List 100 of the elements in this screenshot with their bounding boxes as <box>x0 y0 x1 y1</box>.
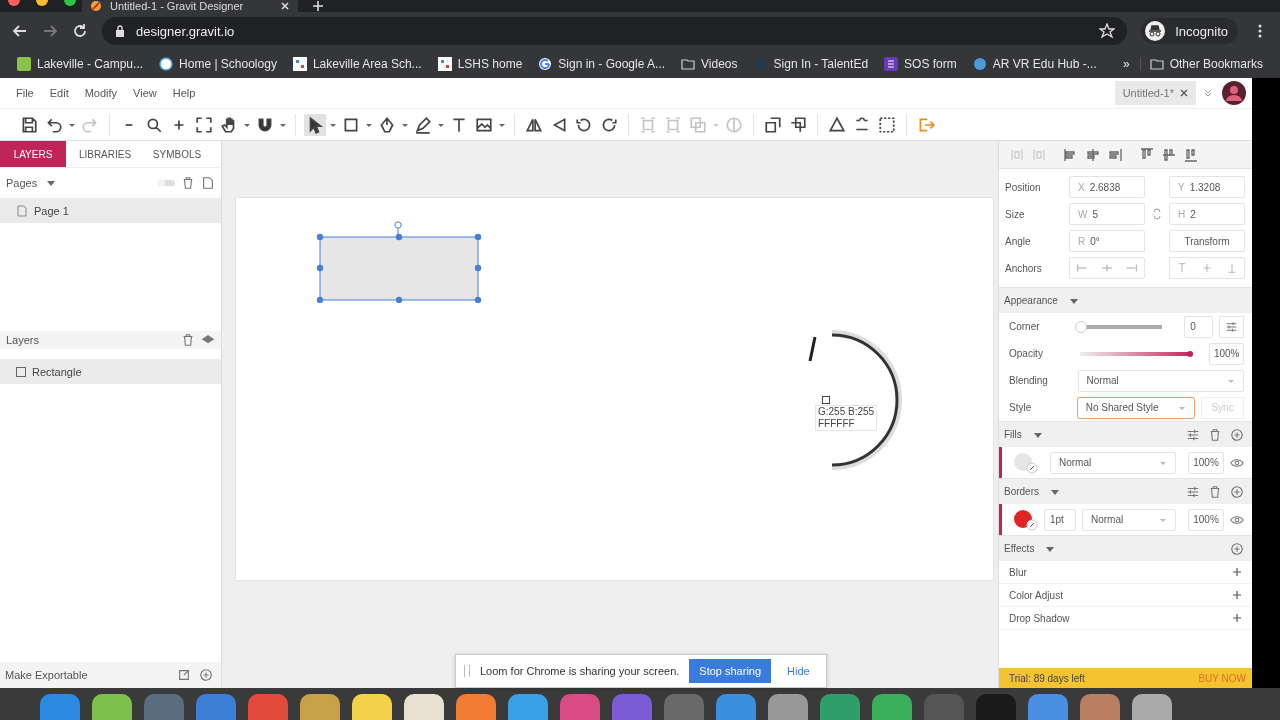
panel-tab[interactable]: LIBRARIES <box>72 141 138 167</box>
bookmark[interactable]: Sign In - TalentEd <box>746 57 876 71</box>
document-tab[interactable]: Untitled-1* <box>1114 81 1196 105</box>
new-tab-icon[interactable] <box>312 0 324 12</box>
star-icon[interactable] <box>1099 23 1116 39</box>
color-swatch[interactable] <box>1012 451 1038 474</box>
app-icon[interactable] <box>768 694 808 720</box>
add-icon[interactable] <box>1230 427 1244 442</box>
app-icon[interactable] <box>1028 694 1068 720</box>
bookmark[interactable]: SOS form <box>877 57 964 71</box>
bookmark[interactable]: Lakeville - Campu... <box>10 57 151 71</box>
back-icon[interactable] <box>12 23 28 39</box>
blend-dropdown[interactable]: Normal <box>1082 508 1176 531</box>
app-icon[interactable] <box>1132 694 1172 720</box>
reload-icon[interactable] <box>72 23 88 39</box>
plus-icon[interactable] <box>1232 567 1242 577</box>
number-field[interactable]: H 2 <box>1169 203 1245 225</box>
bookmark[interactable]: AR VR Edu Hub -... <box>965 57 1104 71</box>
bookmark[interactable]: Lakeville Area Sch... <box>285 57 429 71</box>
opacity-field[interactable]: 100% <box>1188 508 1224 531</box>
blending-dropdown[interactable]: Normal <box>1077 369 1244 392</box>
bookmark[interactable]: Videos <box>674 57 745 71</box>
opacity-field[interactable]: 100% <box>1188 451 1224 474</box>
slider-thumb[interactable] <box>1187 350 1194 357</box>
browser-tab[interactable]: Untitled-1 - Gravit Designer <box>82 0 298 12</box>
app-icon[interactable] <box>872 694 912 720</box>
page-item[interactable]: Page 1 <box>0 198 221 223</box>
add-icon[interactable] <box>1230 541 1244 556</box>
trash-icon[interactable] <box>1208 484 1222 499</box>
align-bottom-icon[interactable] <box>1183 146 1199 163</box>
color-swatch[interactable] <box>1012 508 1038 531</box>
avatar-icon[interactable] <box>1222 81 1246 105</box>
number-field[interactable]: W 5 <box>1069 203 1145 225</box>
caret-icon[interactable] <box>1069 296 1078 305</box>
app-icon[interactable] <box>456 694 496 720</box>
align-middle-icon[interactable] <box>1161 146 1177 163</box>
section-heading[interactable]: Effects <box>1004 543 1035 554</box>
bookmark[interactable]: Home | Schoology <box>152 57 284 71</box>
app-icon[interactable] <box>92 694 132 720</box>
caret-icon[interactable] <box>1033 430 1042 439</box>
width-field[interactable]: 1pt <box>1044 508 1076 531</box>
trash-icon[interactable] <box>181 176 195 190</box>
profile-button[interactable]: Incognito <box>1141 18 1238 44</box>
close-icon[interactable] <box>1180 89 1188 97</box>
transform-button[interactable]: Transform <box>1169 230 1245 252</box>
number-field[interactable]: Y 1.3208 <box>1169 176 1245 198</box>
app-icon[interactable] <box>352 694 392 720</box>
plus-icon[interactable] <box>1232 613 1242 623</box>
panel-tab[interactable]: SYMBOLS <box>144 141 210 167</box>
trash-icon[interactable] <box>1208 427 1222 442</box>
section-heading[interactable]: Fills <box>1004 429 1022 440</box>
pointer-icon[interactable] <box>304 113 326 136</box>
other-bookmarks[interactable]: Other Bookmarks <box>1142 57 1270 71</box>
plus-icon[interactable] <box>1232 590 1242 600</box>
menu-item[interactable]: Help <box>164 87 204 99</box>
bookmark[interactable]: LSHS home <box>430 57 530 71</box>
toggle-icon[interactable] <box>157 179 175 187</box>
layer-item[interactable]: Rectangle <box>0 359 221 384</box>
slider-thumb[interactable] <box>1074 320 1087 333</box>
caret-icon[interactable] <box>1046 544 1055 553</box>
number-field[interactable]: X 2.6838 <box>1069 176 1145 198</box>
stop-sharing-button[interactable]: Stop sharing <box>689 659 772 683</box>
address-field[interactable]: designer.gravit.io <box>102 17 1128 45</box>
effect-item[interactable]: Blur <box>1009 566 1027 578</box>
app-icon[interactable] <box>404 694 444 720</box>
bookmark[interactable]: Sign in - Google A... <box>531 57 673 71</box>
export-icon[interactable] <box>177 668 191 682</box>
blend-dropdown[interactable]: Normal <box>1050 451 1176 474</box>
app-icon[interactable] <box>300 694 340 720</box>
menu-item[interactable]: Edit <box>41 87 77 99</box>
trash-icon[interactable] <box>181 333 195 347</box>
add-icon[interactable] <box>1230 484 1244 499</box>
forward-icon[interactable] <box>42 23 58 39</box>
menu-item[interactable]: Modify <box>76 87 126 99</box>
angle-field[interactable]: R 0° <box>1069 230 1145 252</box>
menu-item[interactable]: View <box>125 87 165 99</box>
section-heading[interactable]: Borders <box>1004 486 1039 497</box>
effect-item[interactable]: Drop Shadow <box>1009 612 1070 624</box>
corner-field[interactable]: 0 <box>1184 315 1213 338</box>
effect-item[interactable]: Color Adjust <box>1009 589 1063 601</box>
settings-icon[interactable] <box>1186 427 1200 442</box>
add-icon[interactable] <box>199 668 213 682</box>
caret-icon[interactable] <box>1051 487 1059 496</box>
chevron-icon[interactable] <box>1204 89 1212 97</box>
app-icon[interactable] <box>508 694 548 720</box>
more-bookmarks-button[interactable]: » <box>1112 57 1141 71</box>
style-dropdown[interactable]: No Shared Style <box>1076 396 1196 419</box>
make-exportable-button[interactable]: Make Exportable <box>5 669 88 681</box>
drag-handle-icon[interactable] <box>464 665 470 677</box>
add-page-icon[interactable] <box>201 176 215 190</box>
menu-item[interactable]: File <box>8 87 42 99</box>
align-right-icon[interactable] <box>1107 146 1123 163</box>
hide-button[interactable]: Hide <box>781 664 816 678</box>
pages-heading[interactable]: Pages <box>6 177 38 189</box>
section-heading[interactable]: Appearance <box>1004 295 1058 306</box>
settings-icon[interactable] <box>1186 484 1200 499</box>
align-center-icon[interactable] <box>1085 146 1101 163</box>
caret-icon[interactable] <box>47 179 56 187</box>
opacity-field[interactable]: 100% <box>1209 342 1244 365</box>
panel-tab[interactable]: LAYERS <box>0 141 66 167</box>
